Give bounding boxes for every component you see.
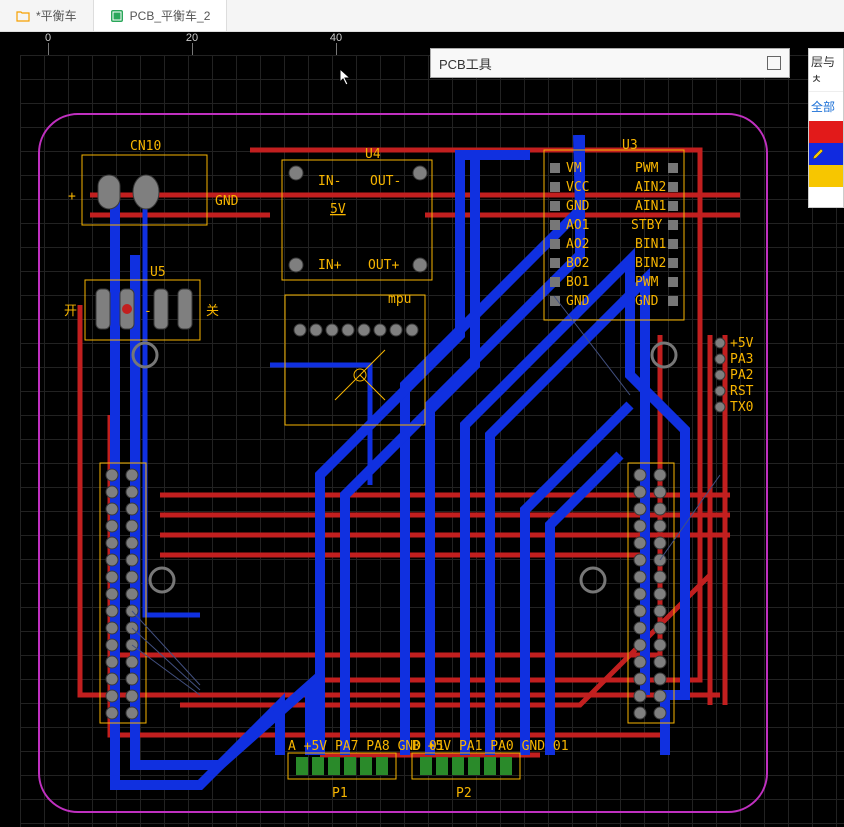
svg-text:PA2: PA2 (730, 368, 753, 383)
layers-header: 层与ㅊ (809, 49, 843, 92)
label-p2-pins: B +5V PA1 PA0 GND 01 (412, 739, 569, 754)
label-p2: P2 (456, 786, 472, 801)
label-cn10: CN10 (130, 139, 161, 154)
mount-hole (581, 568, 605, 592)
toolbar-title: PCB工具 (439, 54, 492, 73)
svg-text:RST: RST (730, 384, 754, 399)
svg-text:GND: GND (635, 294, 659, 309)
svg-text:BIN1: BIN1 (635, 237, 666, 252)
pcb-artwork: CN10 + GND U4 IN- OUT- 5V IN+ OUT+ U5 开 … (20, 55, 844, 827)
pcb-icon (110, 9, 124, 23)
tab-schematic[interactable]: *平衡车 (0, 0, 94, 31)
u3-right-pins: PWM AIN2 AIN1 STBY BIN1 BIN2 PWM GND (631, 161, 678, 309)
svg-text:TX0: TX0 (730, 400, 753, 415)
label-plus: + (68, 189, 76, 204)
floating-toolbar[interactable]: PCB工具 (430, 48, 790, 78)
pcb-canvas[interactable]: CN10 + GND U4 IN- OUT- 5V IN+ OUT+ U5 开 … (20, 55, 844, 827)
label-mpu: mpu (388, 292, 411, 307)
layers-all-link[interactable]: 全部 (809, 92, 843, 121)
label-u5: U5 (150, 265, 166, 280)
mount-hole (150, 568, 174, 592)
svg-text:PA3: PA3 (730, 352, 753, 367)
svg-text:AO1: AO1 (566, 218, 589, 233)
mpu-pins (294, 324, 418, 336)
svg-text:PWM: PWM (635, 275, 659, 290)
ruler-vertical[interactable] (0, 55, 20, 827)
pencil-icon (812, 148, 824, 160)
label-in-minus: IN- (318, 174, 341, 189)
label-out-plus: OUT+ (368, 258, 399, 273)
svg-text:BO2: BO2 (566, 256, 589, 271)
svg-text:BO1: BO1 (566, 275, 589, 290)
label-5v: 5V (330, 202, 346, 217)
label-minus: - (144, 304, 152, 319)
label-open: 开 (64, 304, 77, 319)
tab-bar: *平衡车 PCB_平衡车_2 (0, 0, 844, 32)
layer-bottom[interactable] (809, 143, 843, 165)
label-u4: U4 (365, 147, 381, 162)
component-u3 (544, 150, 684, 320)
svg-text:GND: GND (566, 294, 590, 309)
svg-text:PWM: PWM (635, 161, 659, 176)
tab-label: *平衡车 (36, 7, 77, 24)
label-close: 关 (206, 304, 219, 319)
svg-text:AIN2: AIN2 (635, 180, 666, 195)
tab-pcb[interactable]: PCB_平衡车_2 (94, 0, 228, 31)
svg-text:VM: VM (566, 161, 582, 176)
pcb-canvas-area: CN10 + GND U4 IN- OUT- 5V IN+ OUT+ U5 开 … (0, 55, 844, 827)
layers-panel[interactable]: 层与ㅊ 全部 (808, 48, 844, 208)
svg-text:AIN1: AIN1 (635, 199, 666, 214)
svg-text:STBY: STBY (631, 218, 662, 233)
mount-hole (652, 343, 676, 367)
component-u4 (282, 160, 432, 280)
layer-silk[interactable] (809, 165, 843, 187)
svg-text:BIN2: BIN2 (635, 256, 666, 271)
close-icon[interactable] (767, 56, 781, 70)
svg-text:GND: GND (566, 199, 590, 214)
side-header: +5V PA3 PA2 RST TX0 (715, 336, 754, 415)
svg-text:+5V: +5V (730, 336, 754, 351)
folder-icon (16, 9, 30, 23)
tab-label: PCB_平衡车_2 (130, 7, 211, 24)
header-left-pads (106, 469, 138, 719)
svg-text:AO2: AO2 (566, 237, 589, 252)
label-gnd: GND (215, 194, 239, 209)
layer-top[interactable] (809, 121, 843, 143)
svg-text:VCC: VCC (566, 180, 589, 195)
label-u3: U3 (622, 138, 638, 153)
label-p1: P1 (332, 786, 348, 801)
label-in-plus: IN+ (318, 258, 342, 273)
label-out-minus: OUT- (370, 174, 401, 189)
